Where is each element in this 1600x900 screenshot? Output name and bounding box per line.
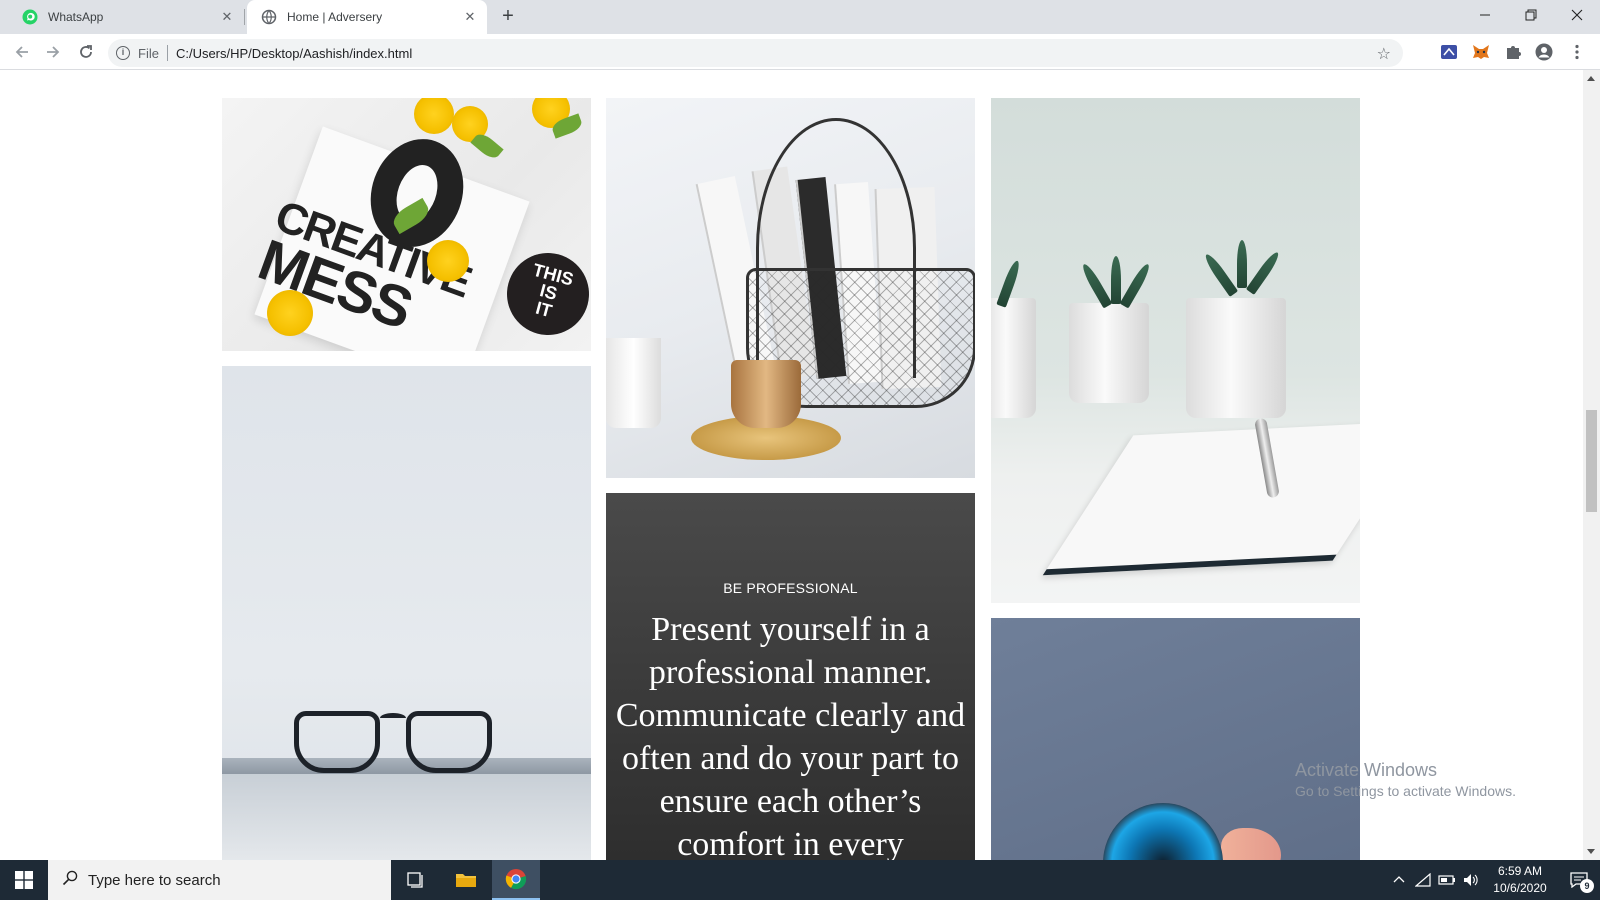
- scrollbar-thumb[interactable]: [1586, 410, 1597, 512]
- back-arrow-icon[interactable]: [10, 40, 34, 64]
- new-tab-button[interactable]: +: [498, 6, 518, 27]
- chevron-up-icon[interactable]: [1388, 860, 1410, 900]
- info-icon[interactable]: i: [116, 46, 130, 60]
- tab-close-icon[interactable]: ✕: [463, 10, 477, 24]
- url-separator: [166, 45, 168, 61]
- metamask-fox-icon[interactable]: [1472, 43, 1490, 61]
- yellow-flower: [267, 290, 313, 336]
- scroll-up-icon[interactable]: [1587, 76, 1595, 81]
- flower-pot: [606, 338, 661, 428]
- page-viewport: CREATIVE MESS THIS IS IT BE PROFESSIONAL…: [0, 70, 1600, 860]
- whatsapp-icon: [22, 9, 38, 25]
- scroll-down-icon[interactable]: [1587, 849, 1595, 854]
- plant-pot: [1186, 298, 1286, 418]
- tab-title: WhatsApp: [48, 10, 104, 24]
- globe-icon: [261, 9, 277, 25]
- clock-date: 10/6/2020: [1493, 881, 1547, 895]
- puzzle-extensions-icon[interactable]: [1504, 43, 1522, 61]
- windows-activation-watermark: Activate Windows Go to Settings to activ…: [1295, 760, 1516, 799]
- close-icon[interactable]: [1554, 0, 1600, 30]
- notification-center-icon[interactable]: 9: [1558, 860, 1600, 900]
- watch-face: [1103, 803, 1223, 860]
- page-scrollbar[interactable]: [1583, 70, 1600, 860]
- gallery-image-watch[interactable]: [991, 618, 1360, 860]
- minimize-icon[interactable]: [1462, 0, 1508, 30]
- reload-icon[interactable]: [74, 40, 98, 64]
- succulent-leaf: [1202, 251, 1239, 297]
- green-leaf: [470, 130, 504, 162]
- network-icon[interactable]: [1412, 860, 1434, 900]
- hand: [1221, 828, 1281, 860]
- laptop-lid: [222, 758, 591, 774]
- glasses-lens-left: [294, 711, 380, 773]
- profile-icon[interactable]: [1535, 43, 1553, 61]
- yellow-flower: [427, 240, 469, 282]
- gallery-image-glasses[interactable]: [222, 366, 591, 860]
- file-explorer-icon[interactable]: [442, 860, 490, 900]
- more-vertical-icon[interactable]: [1568, 43, 1586, 61]
- task-view-icon[interactable]: [392, 860, 440, 900]
- this-is-it-badge: THIS IS IT: [497, 243, 591, 345]
- search-placeholder: Type here to search: [88, 871, 221, 889]
- volume-icon[interactable]: [1460, 860, 1482, 900]
- tab-close-icon[interactable]: ✕: [220, 10, 234, 24]
- browser-toolbar: i File C:/Users/HP/Desktop/Aashish/index…: [0, 34, 1600, 70]
- succulent-leaf: [1237, 240, 1247, 288]
- glasses-bridge: [380, 713, 406, 723]
- cast-extension-icon[interactable]: [1440, 43, 1458, 61]
- succulent-leaf: [1245, 249, 1282, 295]
- url-scheme-label: File: [138, 45, 159, 61]
- taskbar-clock[interactable]: 6:59 AM 10/6/2020: [1480, 863, 1560, 897]
- windows-start-icon[interactable]: [0, 860, 48, 900]
- succulent-leaf: [1079, 261, 1113, 309]
- restore-icon[interactable]: [1508, 0, 1554, 30]
- plant-pot: [1069, 303, 1149, 403]
- gallery-image-succulents[interactable]: [991, 98, 1360, 603]
- notebook: [1042, 420, 1360, 576]
- activation-subtitle: Go to Settings to activate Windows.: [1295, 783, 1516, 799]
- clock-time: 6:59 AM: [1497, 864, 1543, 878]
- quote-kicker: BE PROFESSIONAL: [723, 580, 858, 596]
- gallery-image-basket-books[interactable]: [606, 98, 975, 478]
- gallery-image-creative-mess[interactable]: CREATIVE MESS THIS IS IT: [222, 98, 591, 351]
- tab-whatsapp[interactable]: WhatsApp ✕: [8, 0, 245, 34]
- star-icon[interactable]: ☆: [1377, 44, 1391, 64]
- yellow-flower: [414, 98, 454, 134]
- tab-title: Home | Adversery: [287, 10, 383, 24]
- plant-pot: [991, 298, 1036, 418]
- succulent-leaf: [1111, 256, 1121, 304]
- address-bar[interactable]: i File C:/Users/HP/Desktop/Aashish/index…: [108, 39, 1403, 67]
- search-icon: [62, 870, 78, 891]
- notification-count-badge: 9: [1580, 879, 1594, 893]
- windows-taskbar: Type here to search 6:59 AM 10/6/2020 9: [0, 860, 1600, 900]
- taskbar-search-box[interactable]: Type here to search: [48, 860, 391, 900]
- activation-title: Activate Windows: [1295, 760, 1438, 780]
- laptop-base: [222, 774, 591, 860]
- gold-cup: [731, 360, 801, 428]
- quote-text: Present yourself in a professional manne…: [615, 611, 966, 860]
- forward-arrow-icon[interactable]: [41, 40, 65, 64]
- browser-tab-strip: WhatsApp ✕ Home | Adversery ✕ +: [0, 0, 1600, 34]
- tab-adversery[interactable]: Home | Adversery ✕: [247, 0, 487, 34]
- battery-icon[interactable]: [1436, 860, 1458, 900]
- glasses-lens-right: [406, 711, 492, 773]
- quote-card: BE PROFESSIONAL Present yourself in a pr…: [606, 493, 975, 860]
- chrome-icon[interactable]: [492, 860, 540, 900]
- url-text[interactable]: C:/Users/HP/Desktop/Aashish/index.html: [176, 46, 412, 61]
- succulent-leaf: [1119, 261, 1153, 309]
